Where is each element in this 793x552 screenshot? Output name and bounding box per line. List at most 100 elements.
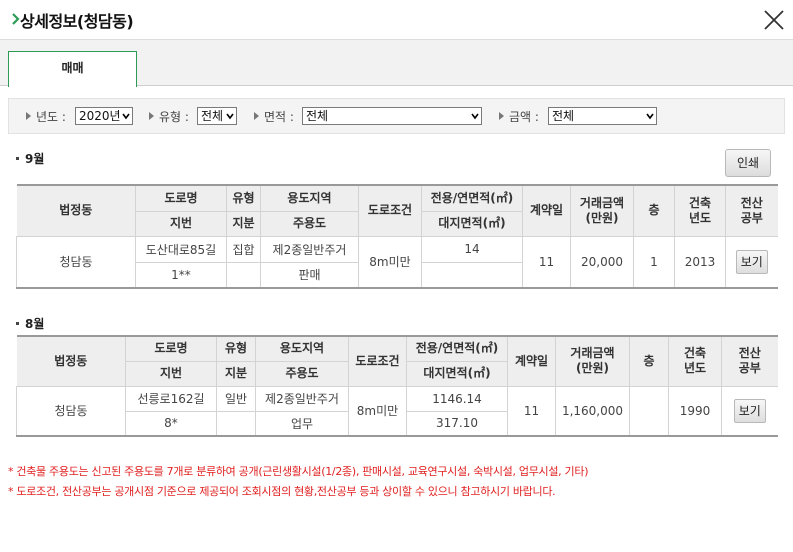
area-select-value: 전체 <box>306 109 329 123</box>
filter-area-label-text: 면적 : <box>264 110 294 124</box>
col-built: 건축 년도 <box>674 184 726 237</box>
cell-road: 선릉로162길 <box>125 385 217 412</box>
col-jibun: 지번 <box>135 210 227 237</box>
col-doc: 전산 공부 <box>721 335 778 387</box>
col-floor: 층 <box>629 335 669 387</box>
col-use: 주용도 <box>255 360 349 387</box>
cell-jibun: 8* <box>125 410 217 437</box>
filter-amount-label-text: 금액 : <box>509 110 539 124</box>
col-road: 도로명 <box>125 335 217 362</box>
col-dong: 법정동 <box>16 184 136 237</box>
col-road-cond: 도로조건 <box>348 335 407 387</box>
cell-doc: 보기 <box>725 235 778 289</box>
col-land-area: 대지면적(㎡) <box>421 210 523 237</box>
cell-type: 일반 <box>216 385 256 412</box>
footnote-road: * 도로조건, 전산공부는 공개시점 기준으로 제공되어 조회시점의 현황,전산… <box>8 485 556 498</box>
cell-built: 2013 <box>674 235 726 289</box>
col-jibun: 지번 <box>125 360 217 387</box>
col-road-cond: 도로조건 <box>358 184 422 237</box>
filter-amount-label: 금액 : <box>499 107 539 127</box>
section-month-text: 9월 <box>25 152 45 166</box>
print-button[interactable]: 인쇄 <box>725 149 771 177</box>
bullet-icon <box>16 157 19 160</box>
col-contract-day: 계약일 <box>522 184 571 237</box>
col-contract-day: 계약일 <box>507 335 556 387</box>
col-floor: 층 <box>633 184 675 237</box>
col-share: 지분 <box>226 210 261 237</box>
cell-road-cond: 8m미만 <box>358 235 422 289</box>
cell-type: 집합 <box>226 235 261 263</box>
col-zone: 용도지역 <box>260 184 359 212</box>
transaction-table-sep: 법정동 도로명 유형 용도지역 도로조건 전용/연면적(㎡) 계약일 거래금액 … <box>16 184 778 289</box>
filter-type-label-text: 유형 : <box>159 110 189 124</box>
tab-sale[interactable]: 매매 <box>8 51 137 87</box>
col-price: 거래금액 (만원) <box>570 184 634 237</box>
cell-area: 1146.14 <box>406 385 508 412</box>
footnotes: * 건축물 주용도는 신고된 주용도를 7개로 분류하여 공개(근린생활시설(1… <box>8 462 588 502</box>
cell-share <box>226 261 261 289</box>
triangle-right-icon <box>26 112 31 120</box>
cell-zone: 제2종일반주거 <box>260 235 359 263</box>
col-road: 도로명 <box>135 184 227 212</box>
cell-land-area: 317.10 <box>406 410 508 437</box>
filter-area-label: 면적 : <box>254 107 294 127</box>
cell-contract-day: 11 <box>522 235 571 289</box>
col-area: 전용/연면적(㎡) <box>421 184 523 212</box>
cell-use: 업무 <box>255 410 349 437</box>
cell-road-cond: 8m미만 <box>348 385 407 437</box>
col-type: 유형 <box>216 335 256 362</box>
col-type: 유형 <box>226 184 261 212</box>
page-title: 상세정보(청담동) <box>20 12 134 31</box>
cell-use: 판매 <box>260 261 359 289</box>
filter-year-label-text: 년도 : <box>36 110 66 124</box>
cell-zone: 제2종일반주거 <box>255 385 349 412</box>
col-use: 주용도 <box>260 210 359 237</box>
caret-down-icon <box>226 112 234 120</box>
col-price: 거래금액 (만원) <box>555 335 630 387</box>
filter-bar: 년도 : 2020년 유형 : 전체 면적 : 전체 금액 : 전체 <box>8 98 785 134</box>
filter-year-label: 년도 : <box>26 107 66 127</box>
cell-contract-day: 11 <box>507 385 556 437</box>
cell-built: 1990 <box>668 385 722 437</box>
type-select[interactable]: 전체 <box>197 107 237 125</box>
tab-bar: 매매 <box>0 40 793 87</box>
footnote-usage: * 건축물 주용도는 신고된 주용도를 7개로 분류하여 공개(근린생활시설(1… <box>8 465 589 478</box>
col-doc: 전산 공부 <box>725 184 778 237</box>
cell-price: 1,160,000 <box>555 385 630 437</box>
year-select[interactable]: 2020년 <box>75 107 133 125</box>
cell-price: 20,000 <box>570 235 634 289</box>
view-doc-button[interactable]: 보기 <box>733 398 766 423</box>
cell-dong: 청담동 <box>16 235 136 289</box>
type-select-value: 전체 <box>201 109 224 123</box>
cell-jibun: 1** <box>135 261 227 289</box>
col-land-area: 대지면적(㎡) <box>406 360 508 387</box>
col-share: 지분 <box>216 360 256 387</box>
caret-down-icon <box>471 112 479 120</box>
cell-land-area <box>421 261 523 289</box>
close-icon[interactable] <box>762 8 786 32</box>
triangle-right-icon <box>254 112 259 120</box>
cell-doc: 보기 <box>721 385 778 437</box>
triangle-right-icon <box>149 112 154 120</box>
popup-header: 상세정보(청담동) <box>0 0 793 40</box>
col-area: 전용/연면적(㎡) <box>406 335 508 362</box>
year-select-value: 2020년 <box>79 109 121 123</box>
caret-down-icon <box>646 112 654 120</box>
filter-type-label: 유형 : <box>149 107 189 127</box>
area-select[interactable]: 전체 <box>302 107 482 125</box>
col-zone: 용도지역 <box>255 335 349 362</box>
section-month-text: 8월 <box>25 317 45 331</box>
col-built: 건축 년도 <box>668 335 722 387</box>
bullet-icon <box>16 322 19 325</box>
cell-share <box>216 410 256 437</box>
amount-select[interactable]: 전체 <box>548 107 657 125</box>
cell-area: 14 <box>421 235 523 263</box>
transaction-table-aug: 법정동 도로명 유형 용도지역 도로조건 전용/연면적(㎡) 계약일 거래금액 … <box>16 335 778 437</box>
section-month-label: 9월 <box>16 150 44 167</box>
triangle-right-icon <box>499 112 504 120</box>
cell-floor <box>629 385 669 437</box>
cell-dong: 청담동 <box>16 385 126 437</box>
table-row: 청담동 도산대로85길 집합 제2종일반주거 8m미만 14 11 20,000… <box>16 235 778 289</box>
cell-floor: 1 <box>633 235 675 289</box>
view-doc-button[interactable]: 보기 <box>735 249 768 274</box>
